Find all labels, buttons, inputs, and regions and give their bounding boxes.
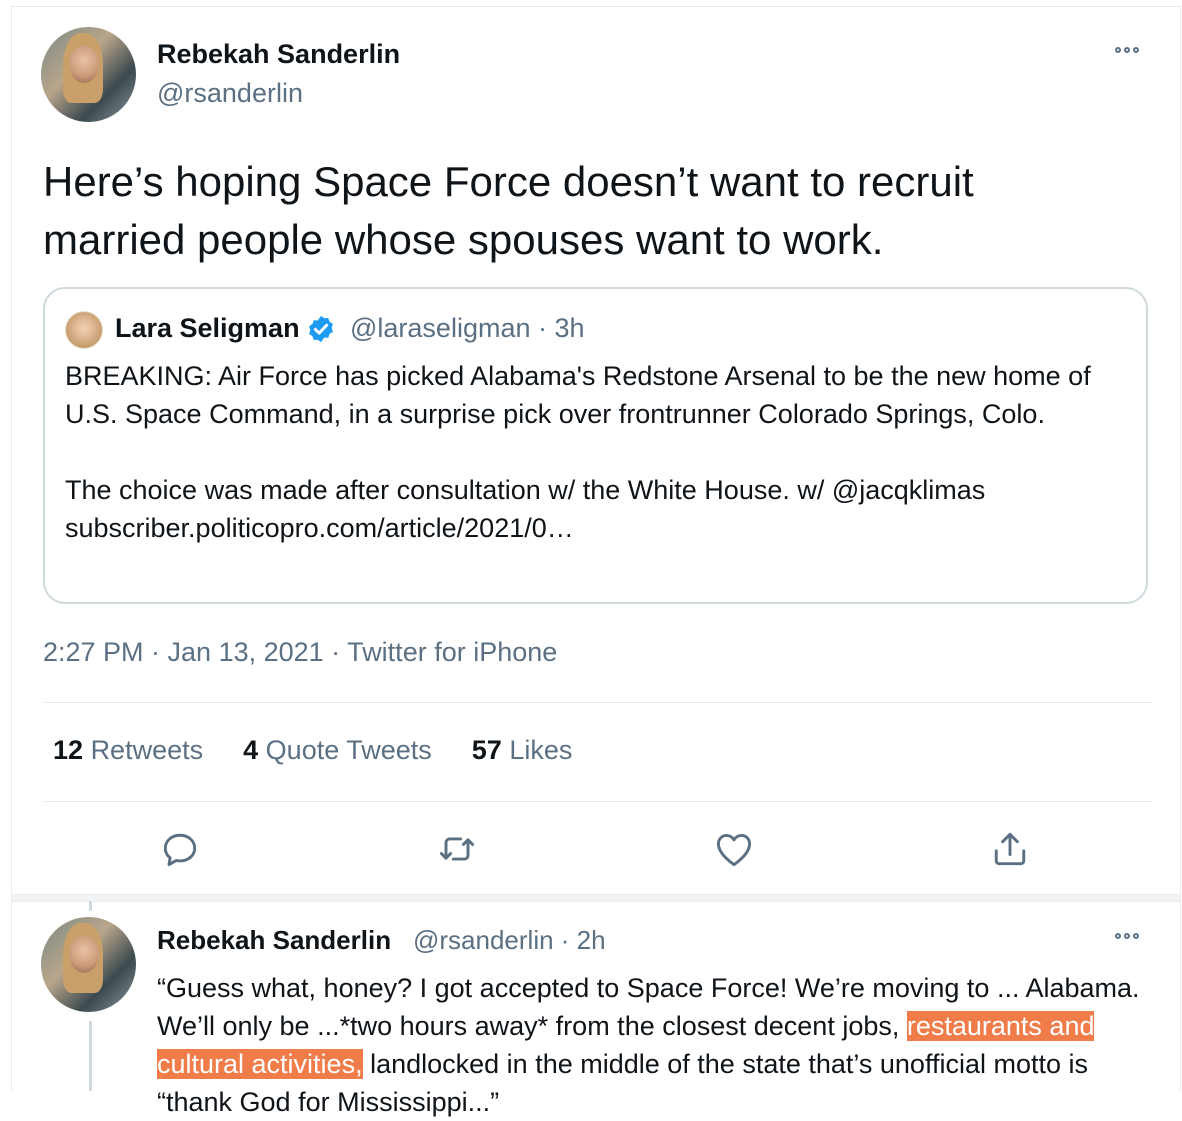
retweets-stat[interactable]: 12 Retweets xyxy=(53,735,203,766)
author-handle[interactable]: @rsanderlin xyxy=(157,78,303,109)
reply-button[interactable] xyxy=(158,827,202,871)
quote-tweets-count: 4 xyxy=(243,735,259,765)
divider xyxy=(43,801,1152,802)
likes-count: 57 xyxy=(471,735,502,765)
author-avatar[interactable] xyxy=(41,27,136,122)
avatar-face xyxy=(69,935,99,973)
quoted-tweet[interactable]: Lara Seligman @laraseligman · 3h BREAKIN… xyxy=(43,287,1148,604)
quote-author-meta: @laraseligman · 3h xyxy=(350,313,585,343)
quote-author-name: Lara Seligman xyxy=(115,313,300,343)
share-button[interactable] xyxy=(988,827,1032,871)
thread-line xyxy=(89,901,92,911)
reply-author-meta[interactable]: @rsanderlin · 2h xyxy=(413,925,606,956)
quote-author-avatar xyxy=(65,311,103,349)
tweet-text-line-2: married people whose spouses want to wor… xyxy=(43,216,884,263)
reply-text: “Guess what, honey? I got accepted to Sp… xyxy=(157,969,1157,1121)
more-options-icon[interactable] xyxy=(1115,47,1139,53)
reply-icon xyxy=(163,833,197,867)
like-icon xyxy=(716,833,752,867)
divider xyxy=(43,702,1152,703)
retweet-icon xyxy=(439,837,475,861)
retweets-count: 12 xyxy=(53,735,84,765)
quote-tweets-stat[interactable]: 4 Quote Tweets xyxy=(243,735,432,766)
retweets-label: Retweets xyxy=(90,735,204,765)
tweet-text-line-1: Here’s hoping Space Force doesn’t want t… xyxy=(43,158,974,205)
retweet-button[interactable] xyxy=(435,827,479,871)
quote-tweets-label: Quote Tweets xyxy=(265,735,432,765)
more-options-icon[interactable] xyxy=(1115,933,1139,939)
tweet-page: Rebekah Sanderlin @rsanderlin Here’s hop… xyxy=(11,6,1181,1117)
engagement-stats: 12 Retweets 4 Quote Tweets 57 Likes xyxy=(53,735,572,766)
likes-stat[interactable]: 57 Likes xyxy=(472,735,573,766)
tweet-timestamp[interactable]: 2:27 PM · Jan 13, 2021 · Twitter for iPh… xyxy=(43,637,557,668)
reply-author-name[interactable]: Rebekah Sanderlin xyxy=(157,925,391,956)
quote-body: BREAKING: Air Force has picked Alabama's… xyxy=(65,361,1091,543)
thread-line xyxy=(89,1021,92,1091)
like-button[interactable] xyxy=(712,827,756,871)
tweet-text: Here’s hoping Space Force doesn’t want t… xyxy=(43,153,1153,269)
likes-label: Likes xyxy=(509,735,573,765)
verified-badge-icon xyxy=(309,315,333,343)
reply-author-avatar[interactable] xyxy=(41,917,136,1012)
author-name[interactable]: Rebekah Sanderlin xyxy=(157,39,400,70)
share-icon xyxy=(994,832,1026,866)
tweet-separator xyxy=(12,894,1180,902)
avatar-face xyxy=(69,45,99,83)
